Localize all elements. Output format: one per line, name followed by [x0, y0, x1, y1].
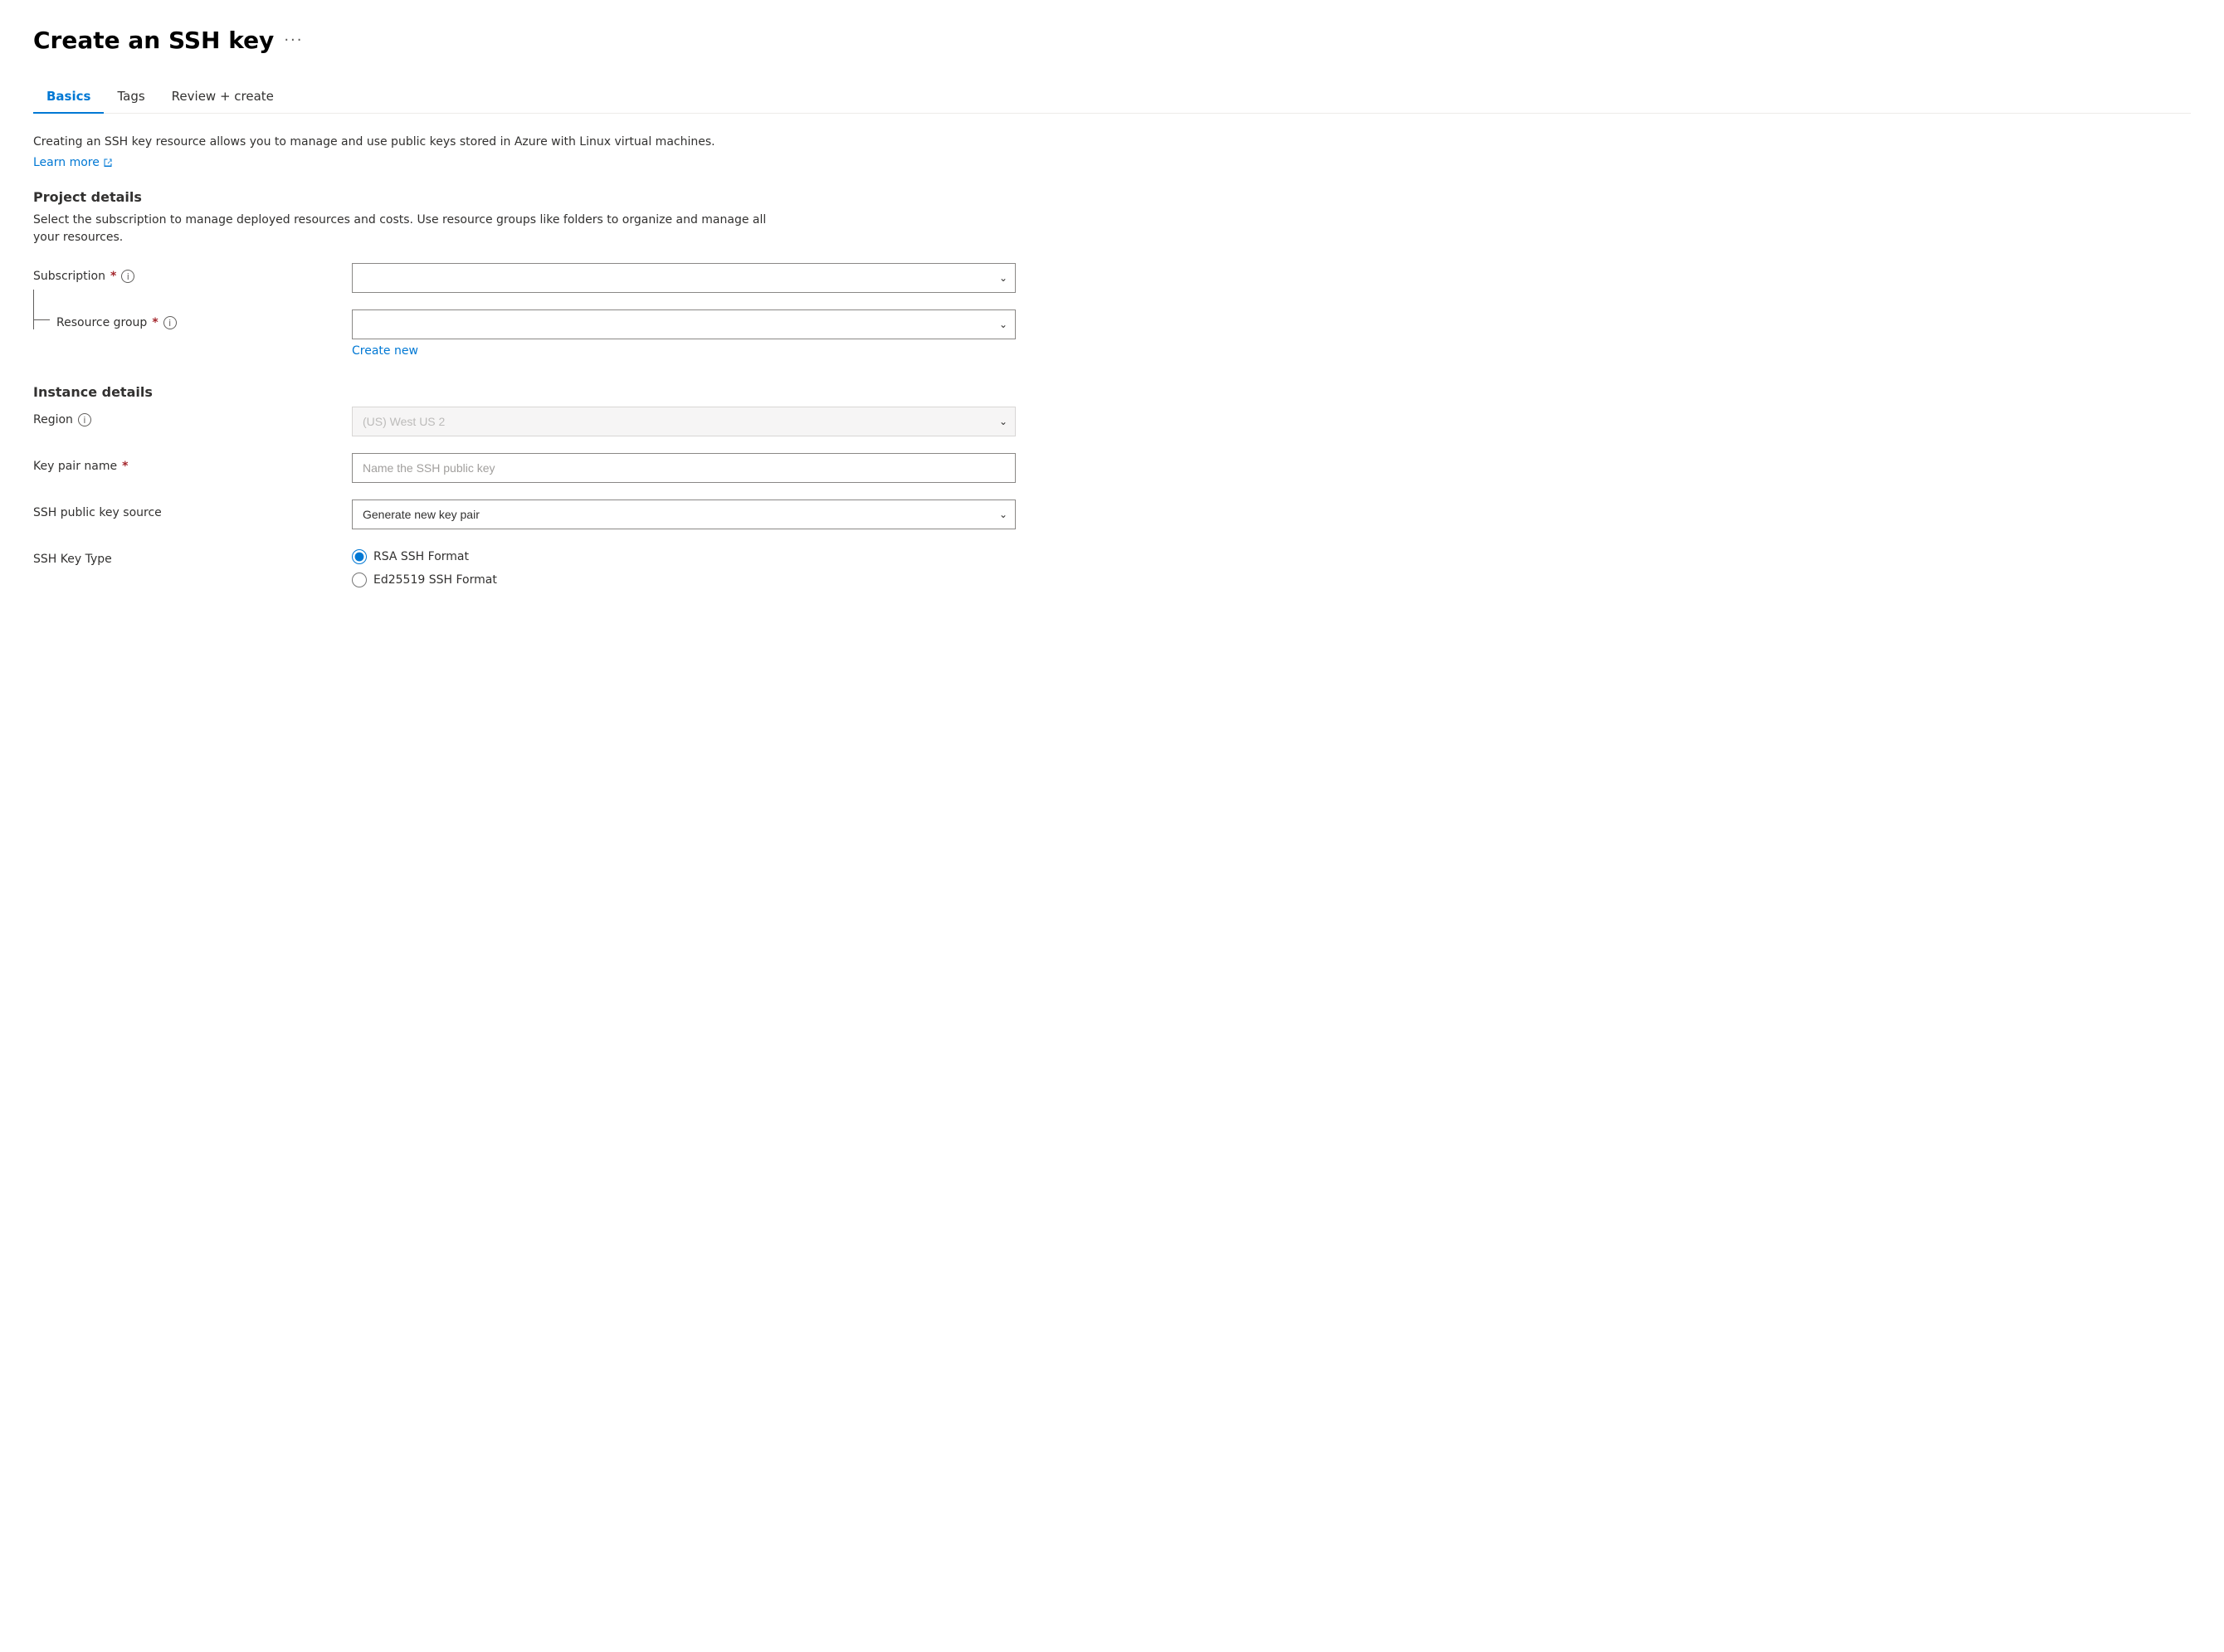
project-details-description: Select the subscription to manage deploy…: [33, 212, 780, 246]
page-title-container: Create an SSH key ···: [33, 27, 2191, 54]
ssh-source-control: Generate new key pairUse existing key st…: [352, 499, 1016, 529]
subscription-label-col: Subscription * i: [33, 263, 332, 283]
ssh-key-type-row: SSH Key Type RSA SSH Format Ed25519 SSH …: [33, 546, 2191, 587]
project-details-section: Project details Select the subscription …: [33, 189, 2191, 358]
tab-basics[interactable]: Basics: [33, 80, 104, 114]
ssh-key-type-ed25519-label: Ed25519 SSH Format: [373, 573, 497, 587]
ssh-key-type-ed25519-option[interactable]: Ed25519 SSH Format: [352, 573, 1016, 587]
resource-group-control: ⌄ Create new: [352, 309, 1016, 358]
subscription-dropdown-wrapper: ⌄: [352, 263, 1016, 293]
region-dropdown-wrapper: (US) West US 2 ⌄: [352, 407, 1016, 436]
subscription-label: Subscription: [33, 270, 105, 283]
region-label-col: Region i: [33, 407, 332, 426]
ssh-key-type-rsa-label: RSA SSH Format: [373, 550, 469, 563]
external-link-icon: [103, 158, 113, 168]
page-description: Creating an SSH key resource allows you …: [33, 134, 780, 151]
ssh-key-type-rsa-radio[interactable]: [352, 549, 367, 564]
page-title-ellipsis: ···: [284, 32, 303, 49]
region-dropdown[interactable]: (US) West US 2: [352, 407, 1016, 436]
resource-group-row: Resource group * i ⌄ Create new: [33, 309, 2191, 358]
ssh-key-type-label-col: SSH Key Type: [33, 546, 332, 566]
subscription-row: Subscription * i ⌄: [33, 263, 2191, 293]
key-pair-name-label: Key pair name: [33, 460, 117, 473]
ssh-source-dropdown[interactable]: Generate new key pairUse existing key st…: [352, 499, 1016, 529]
subscription-control: ⌄: [352, 263, 1016, 293]
key-pair-name-input[interactable]: [352, 453, 1016, 483]
page-title: Create an SSH key: [33, 27, 274, 54]
resource-group-info-icon[interactable]: i: [163, 316, 177, 329]
ssh-source-label-col: SSH public key source: [33, 499, 332, 519]
create-new-link[interactable]: Create new: [352, 344, 418, 358]
subscription-info-icon[interactable]: i: [121, 270, 134, 283]
instance-details-section: Instance details Region i (US) West US 2…: [33, 384, 2191, 587]
subscription-dropdown[interactable]: [352, 263, 1016, 293]
key-pair-name-label-col: Key pair name *: [33, 453, 332, 473]
ssh-source-label: SSH public key source: [33, 506, 162, 519]
tab-bar: Basics Tags Review + create: [33, 80, 2191, 114]
ssh-source-row: SSH public key source Generate new key p…: [33, 499, 2191, 529]
resource-group-dropdown[interactable]: [352, 309, 1016, 339]
learn-more-link[interactable]: Learn more: [33, 156, 113, 169]
ssh-key-type-label: SSH Key Type: [33, 553, 112, 566]
key-pair-name-row: Key pair name *: [33, 453, 2191, 483]
ssh-key-type-control: RSA SSH Format Ed25519 SSH Format: [352, 546, 1016, 587]
ssh-key-type-rsa-option[interactable]: RSA SSH Format: [352, 549, 1016, 564]
region-info-icon[interactable]: i: [78, 413, 91, 426]
instance-details-title: Instance details: [33, 384, 2191, 400]
tab-tags[interactable]: Tags: [104, 80, 158, 114]
ssh-source-dropdown-wrapper: Generate new key pairUse existing key st…: [352, 499, 1016, 529]
resource-group-required: *: [152, 316, 158, 329]
tab-review-create[interactable]: Review + create: [159, 80, 287, 114]
resource-group-label-col: Resource group * i: [33, 309, 332, 329]
subscription-required: *: [110, 270, 116, 283]
region-control: (US) West US 2 ⌄: [352, 407, 1016, 436]
resource-group-label: Resource group: [56, 316, 147, 329]
region-row: Region i (US) West US 2 ⌄: [33, 407, 2191, 436]
key-pair-name-required: *: [122, 460, 128, 473]
key-pair-name-control: [352, 453, 1016, 483]
region-label: Region: [33, 413, 73, 426]
ssh-key-type-radio-group: RSA SSH Format Ed25519 SSH Format: [352, 546, 1016, 587]
ssh-key-type-ed25519-radio[interactable]: [352, 573, 367, 587]
project-details-title: Project details: [33, 189, 2191, 205]
resource-group-dropdown-wrapper: ⌄: [352, 309, 1016, 339]
